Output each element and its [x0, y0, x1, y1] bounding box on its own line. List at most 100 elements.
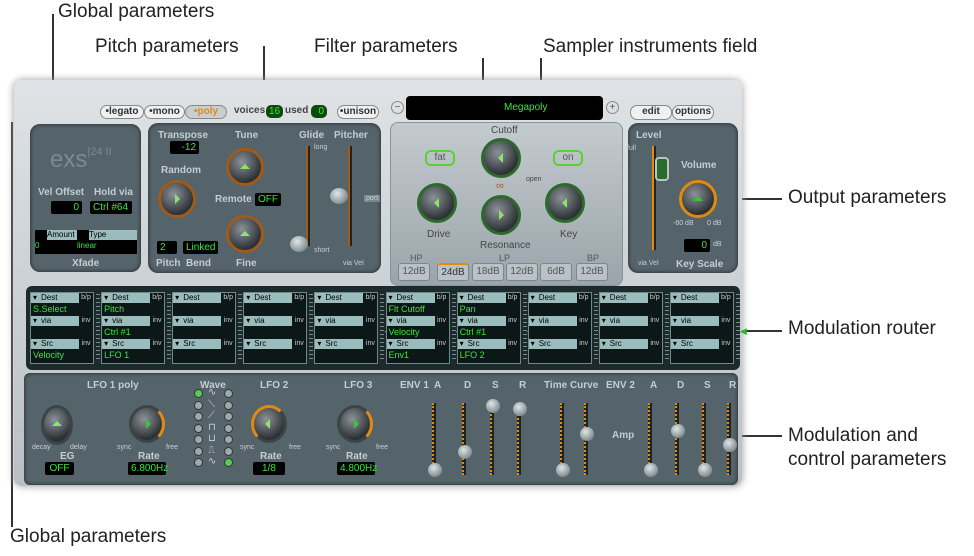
via-invert-button[interactable]: inv	[577, 316, 591, 326]
via-invert-button[interactable]: inv	[363, 316, 377, 326]
router-amount-slider[interactable]: ◀	[380, 294, 391, 362]
bypass-button[interactable]: b/p	[435, 293, 449, 303]
src-menu[interactable]: Src	[678, 339, 719, 349]
src-invert-button[interactable]: inv	[435, 339, 449, 349]
router-slot[interactable]: ▾ Dest b/p ▾ via inv ▾ Src inv	[243, 292, 308, 364]
router-slot[interactable]: ▾ Dest b/p Flt Cutoff ▾ via inv Velocity ▾ Sr…	[385, 292, 450, 364]
dest-menu[interactable]: Dest	[394, 293, 435, 303]
bypass-button[interactable]: b/p	[79, 293, 93, 303]
lfo1-eg-knob[interactable]	[41, 405, 73, 445]
router-amount-slider[interactable]: ◀	[96, 292, 107, 362]
options-button[interactable]: options	[672, 105, 714, 120]
env-fader-handle[interactable]	[671, 423, 685, 438]
env-fader-handle[interactable]	[486, 398, 500, 413]
env-fader-s[interactable]	[490, 403, 494, 475]
src-menu[interactable]: Src	[536, 339, 577, 349]
bypass-button[interactable]: b/p	[292, 293, 306, 303]
router-slot[interactable]: ▾ Dest b/p Pan ▾ via inv Ctrl #1 ▾ Src inv LFO…	[456, 292, 521, 364]
tune-knob[interactable]	[226, 148, 264, 186]
lfo1-rate-field[interactable]: 6.800Hz	[128, 462, 168, 475]
filter-mode-tab[interactable]: 6dB	[540, 263, 572, 281]
lfo3-rate-knob[interactable]	[337, 405, 373, 443]
filter-mode-tab[interactable]: 12dB	[506, 263, 538, 281]
src-invert-button[interactable]: inv	[79, 339, 93, 349]
instrument-plus-button[interactable]: +	[606, 101, 619, 114]
via-menu[interactable]: via	[323, 316, 364, 326]
lfo1-rate-knob[interactable]	[129, 405, 165, 443]
router-slot[interactable]: ▾ Dest b/p ▾ via inv ▾ Src inv	[527, 292, 592, 364]
router-amount-slider[interactable]: ◀	[593, 294, 605, 362]
pitch-bend-up-field[interactable]: 2	[157, 241, 177, 254]
key-scale-field[interactable]: 0	[684, 239, 710, 252]
vel-offset-field[interactable]: 0	[51, 201, 82, 214]
dest-menu[interactable]: Dest	[110, 293, 151, 303]
router-slot[interactable]: ▾ Dest b/p ▾ via inv ▾ Src inv	[314, 292, 379, 364]
dest-menu[interactable]: Dest	[536, 293, 577, 303]
unison-button[interactable]: •unison	[337, 105, 379, 119]
amount-arrow-icon[interactable]: ◀	[740, 326, 747, 337]
via-menu[interactable]: via	[39, 316, 79, 326]
dest-menu[interactable]: Dest	[678, 293, 719, 303]
fine-knob[interactable]	[226, 215, 264, 253]
resonance-knob[interactable]	[481, 195, 521, 235]
dest-menu[interactable]: Dest	[323, 293, 364, 303]
router-amount-slider[interactable]: ◀	[735, 294, 747, 362]
lfo2-wave-led[interactable]	[224, 389, 233, 398]
src-menu[interactable]: Src	[607, 339, 648, 349]
src-menu[interactable]: Src	[394, 339, 435, 349]
via-menu[interactable]: via	[394, 316, 435, 326]
via-invert-button[interactable]: inv	[292, 316, 306, 326]
via-invert-button[interactable]: inv	[435, 316, 449, 326]
via-invert-button[interactable]: inv	[648, 316, 662, 326]
filter-on-button[interactable]: on	[553, 150, 583, 166]
bypass-button[interactable]: b/p	[577, 293, 591, 303]
via-menu[interactable]: via	[252, 316, 293, 326]
src-menu[interactable]: Src	[323, 339, 364, 349]
router-amount-slider[interactable]: ◀	[522, 294, 534, 362]
transpose-field[interactable]: -12	[170, 141, 199, 154]
src-invert-button[interactable]: inv	[363, 339, 377, 349]
lfo2-rate-knob[interactable]	[251, 405, 287, 443]
src-invert-button[interactable]: inv	[719, 339, 733, 349]
level-fader-handle[interactable]	[655, 157, 669, 181]
pitcher-fader[interactable]	[348, 146, 352, 246]
via-invert-button[interactable]: inv	[506, 316, 520, 326]
glide-fader-handle[interactable]	[290, 236, 308, 252]
voices-field[interactable]: 16	[266, 105, 284, 118]
src-invert-button[interactable]: inv	[150, 339, 164, 349]
poly-button[interactable]: •poly	[185, 105, 227, 119]
filter-mode-tab[interactable]: 12dB	[576, 263, 608, 281]
src-menu[interactable]: Src	[252, 339, 293, 349]
lfo1-wave-led[interactable]	[194, 423, 203, 433]
via-menu[interactable]: via	[607, 316, 648, 326]
src-invert-button[interactable]: inv	[221, 339, 235, 349]
src-invert-button[interactable]: inv	[292, 339, 306, 349]
router-amount-slider[interactable]: ◀	[309, 294, 320, 362]
router-slot[interactable]: ▾ Dest b/p ▾ via inv ▾ Src inv	[172, 292, 237, 364]
via-menu[interactable]: via	[536, 316, 577, 326]
cutoff-knob[interactable]	[481, 138, 521, 178]
fat-button[interactable]: fat	[425, 150, 455, 166]
lfo2-wave-led[interactable]	[224, 458, 233, 467]
filter-mode-tab[interactable]: 12dB	[398, 263, 430, 281]
src-invert-button[interactable]: inv	[506, 339, 520, 349]
lfo1-wave-led[interactable]	[194, 412, 203, 421]
bypass-button[interactable]: b/p	[648, 293, 662, 303]
filter-mode-tab[interactable]: 18dB	[472, 263, 504, 281]
via-menu[interactable]: via	[181, 316, 222, 326]
bypass-button[interactable]: b/p	[363, 293, 377, 303]
hold-via-field[interactable]: Ctrl #64	[90, 201, 132, 214]
sampler-instruments-field[interactable]: Megapoly	[406, 96, 603, 120]
bypass-button[interactable]: b/p	[506, 293, 520, 303]
lfo1-wave-led[interactable]	[194, 389, 203, 398]
bypass-button[interactable]: b/p	[221, 293, 235, 303]
router-amount-slider[interactable]: ◀	[238, 294, 249, 362]
lfo1-eg-field[interactable]: OFF	[45, 462, 74, 475]
lfo2-wave-led[interactable]	[224, 400, 233, 410]
lfo3-rate-field[interactable]: 4.800Hz	[337, 462, 377, 475]
via-menu[interactable]: via	[110, 316, 151, 326]
lfo1-wave-led[interactable]	[194, 446, 203, 456]
random-knob[interactable]	[158, 180, 196, 218]
src-menu[interactable]: Src	[465, 339, 506, 349]
src-menu[interactable]: Src	[181, 339, 222, 349]
